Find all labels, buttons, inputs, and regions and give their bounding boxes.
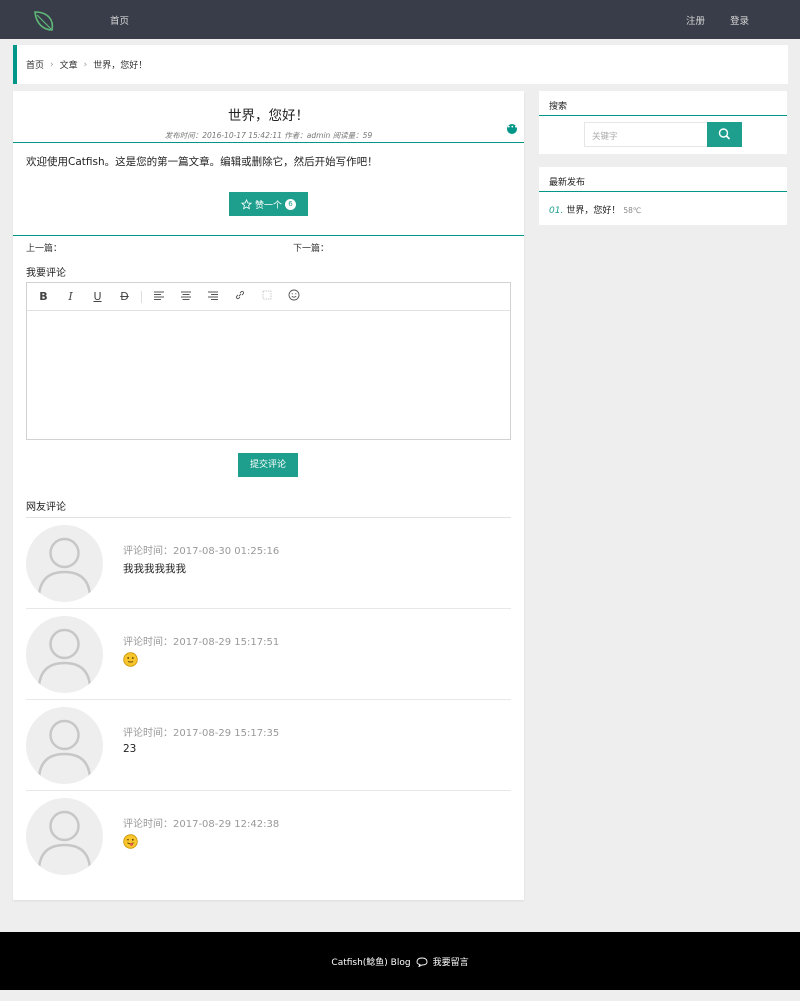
next-article-link[interactable]: 下一篇： [293, 241, 329, 254]
link-icon[interactable] [226, 290, 253, 303]
like-count-badge: 6 [285, 198, 296, 210]
nav-register-link[interactable]: 注册 [686, 13, 705, 27]
editor-toolbar: B I U D [27, 283, 510, 311]
comment-time: 评论时间：2017-08-29 15:17:35 [123, 728, 280, 739]
leaf-logo-icon[interactable] [30, 8, 56, 34]
top-nav-bar: 首页 注册 登录 [0, 0, 800, 39]
more-icon[interactable]: ••• [507, 124, 518, 134]
nav-home-link[interactable]: 首页 [110, 13, 129, 27]
article-title: 世界，您好！ [228, 108, 309, 124]
comment-time: 评论时间：2017-08-29 15:17:51 [123, 637, 280, 648]
comment-text: 23 [123, 743, 137, 755]
chevron-right-icon: › [83, 59, 88, 70]
message-icon [416, 957, 428, 967]
divider [13, 142, 524, 143]
like-button[interactable]: 赞一个 6 [229, 192, 308, 216]
comment-item: 评论时间：2017-08-30 01:25:16 我我我我我我 [26, 518, 511, 609]
smile-emoji-icon [123, 652, 138, 667]
user-silhouette-icon [37, 628, 92, 687]
comment-time: 评论时间：2017-08-29 12:42:38 [123, 819, 280, 830]
tongue-emoji-icon [123, 834, 138, 849]
comment-form-heading: 我要评论 [26, 268, 66, 279]
comment-time: 评论时间：2017-08-30 01:25:16 [123, 546, 280, 557]
prev-article-link[interactable]: 上一篇： [26, 241, 62, 254]
avatar [26, 525, 103, 602]
article-meta: 发布时间：2016-10-17 15:42:11 作者：admin 阅读量：59 [164, 131, 373, 140]
recent-posts-title: 最新发布 [539, 167, 787, 192]
avatar [26, 798, 103, 875]
comment-item: 评论时间：2017-08-29 12:42:38 [26, 791, 511, 882]
breadcrumb: 首页 › 文章 › 世界，您好！ [13, 45, 788, 84]
divider [13, 235, 524, 236]
footer-brand: Catfish(鲶鱼) Blog [331, 958, 411, 968]
avatar [26, 707, 103, 784]
recent-post-number: 01. [549, 206, 564, 216]
search-button[interactable] [707, 122, 742, 147]
emoji-icon[interactable] [280, 289, 307, 304]
nav-login-link[interactable]: 登录 [730, 13, 749, 27]
bold-icon[interactable]: B [30, 290, 57, 303]
breadcrumb-articles[interactable]: 文章 [60, 58, 78, 71]
user-silhouette-icon [37, 810, 92, 869]
comment-item: 评论时间：2017-08-29 15:17:51 [26, 609, 511, 700]
comments-heading: 网友评论 [26, 502, 66, 513]
search-card-title: 搜索 [539, 91, 787, 116]
comment-text [123, 834, 138, 852]
search-input[interactable]: 关键字 [584, 122, 708, 147]
strikethrough-icon[interactable]: D [111, 290, 138, 303]
recent-post-item[interactable]: 01. 世界，您好！ 58℃ [549, 203, 641, 216]
recent-post-views: 58℃ [623, 206, 642, 215]
star-icon [240, 198, 252, 209]
article-card: 世界，您好！ 发布时间：2016-10-17 15:42:11 作者：admin… [13, 91, 524, 900]
breadcrumb-current: 世界，您好！ [93, 61, 148, 71]
breadcrumb-home[interactable]: 首页 [26, 58, 44, 71]
align-left-icon[interactable] [145, 290, 172, 303]
align-center-icon[interactable] [172, 290, 199, 303]
comment-text [123, 652, 138, 670]
recent-posts-card: 最新发布 01. 世界，您好！ 58℃ [539, 167, 787, 225]
user-silhouette-icon [37, 719, 92, 778]
chevron-right-icon: › [50, 59, 54, 70]
leave-message-link[interactable]: 我要留言 [433, 955, 469, 968]
user-silhouette-icon [37, 537, 92, 596]
comment-text: 我我我我我我 [123, 563, 186, 575]
comment-item: 评论时间：2017-08-29 15:17:35 23 [26, 700, 511, 791]
search-icon [718, 128, 731, 140]
align-right-icon[interactable] [199, 290, 226, 303]
recent-post-title[interactable]: 世界，您好！ [566, 206, 620, 216]
italic-icon[interactable]: I [57, 290, 84, 303]
avatar [26, 616, 103, 693]
comment-editor[interactable]: B I U D [26, 282, 511, 440]
underline-icon[interactable]: U [84, 290, 111, 303]
article-body: 欢迎使用Catfish。这是您的第一篇文章。编辑或删除它，然后开始写作吧！ [26, 156, 378, 168]
footer: Catfish(鲶鱼) Blog 我要留言 [0, 932, 800, 990]
submit-comment-button[interactable]: 提交评论 [238, 453, 298, 477]
search-card: 搜索 关键字 [539, 91, 787, 154]
like-label: 赞一个 [254, 200, 282, 211]
toolbar-separator [141, 290, 142, 303]
image-icon[interactable] [253, 290, 280, 303]
